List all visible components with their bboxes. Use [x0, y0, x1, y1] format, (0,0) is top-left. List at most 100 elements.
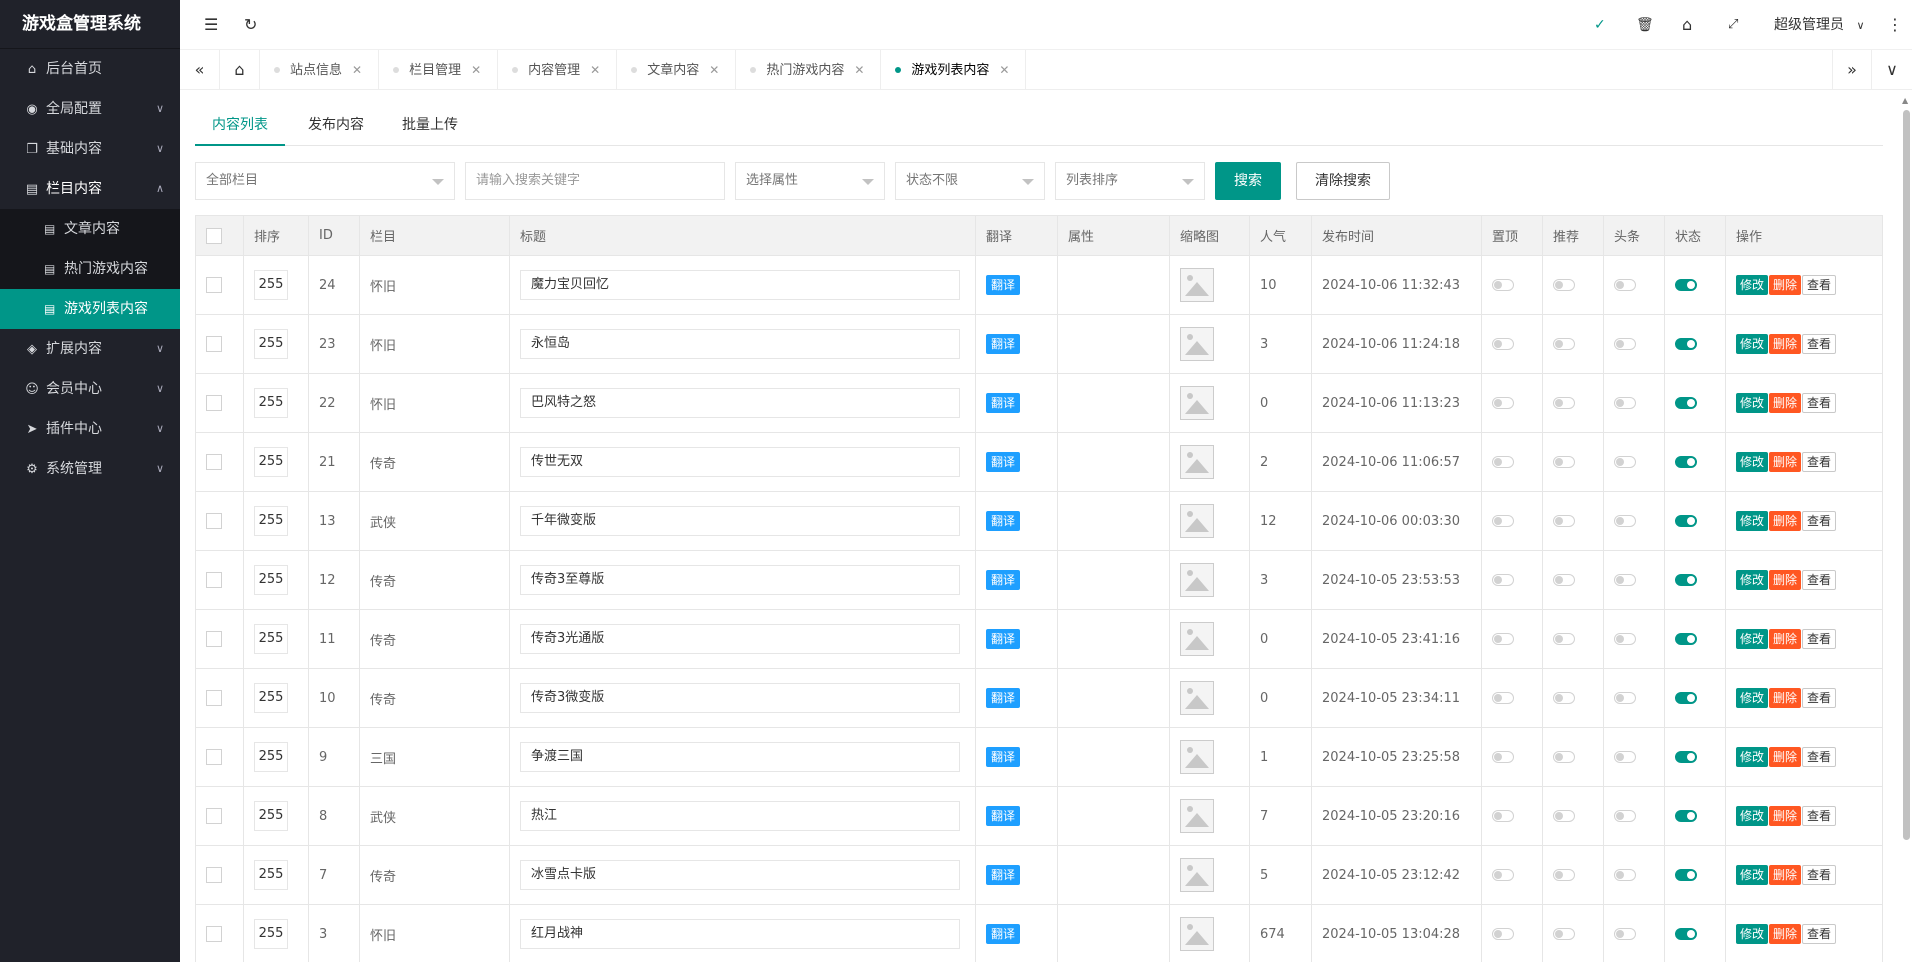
- view-button[interactable]: 查看: [1802, 393, 1837, 413]
- recommend-toggle[interactable]: [1553, 279, 1575, 291]
- headline-toggle[interactable]: [1614, 456, 1636, 468]
- th-id[interactable]: ID: [308, 215, 360, 256]
- title-input[interactable]: 传奇3微变版: [520, 683, 960, 713]
- image-placeholder-icon[interactable]: [1180, 622, 1214, 656]
- status-toggle[interactable]: [1675, 397, 1697, 409]
- home-icon[interactable]: ⌂: [1682, 0, 1692, 50]
- row-checkbox[interactable]: [206, 808, 222, 824]
- fullscreen-icon[interactable]: ⤢: [1728, 0, 1738, 50]
- delete-button[interactable]: 删除: [1769, 393, 1802, 413]
- edit-button[interactable]: 修改: [1736, 452, 1769, 472]
- sidebar-item-basic-content[interactable]: ❐ 基础内容 ∨: [0, 129, 180, 169]
- translate-button[interactable]: 翻译: [986, 511, 1021, 531]
- sidebar-item-plugin-center[interactable]: ➤ 插件中心 ∨: [0, 409, 180, 449]
- view-button[interactable]: 查看: [1802, 275, 1837, 295]
- row-checkbox[interactable]: [206, 572, 222, 588]
- row-checkbox[interactable]: [206, 690, 222, 706]
- tab-item[interactable]: 站点信息 ✕: [260, 50, 380, 90]
- sort-input[interactable]: 255: [254, 270, 288, 300]
- title-input[interactable]: 传世无双: [520, 447, 960, 477]
- top-toggle[interactable]: [1492, 869, 1514, 881]
- headline-toggle[interactable]: [1614, 574, 1636, 586]
- tab-item[interactable]: 游戏列表内容 ✕: [881, 50, 1027, 90]
- row-checkbox[interactable]: [206, 277, 222, 293]
- edit-button[interactable]: 修改: [1736, 629, 1769, 649]
- recommend-toggle[interactable]: [1553, 692, 1575, 704]
- top-toggle[interactable]: [1492, 279, 1514, 291]
- view-button[interactable]: 查看: [1802, 865, 1837, 885]
- top-toggle[interactable]: [1492, 810, 1514, 822]
- top-toggle[interactable]: [1492, 515, 1514, 527]
- sort-input[interactable]: 255: [254, 388, 288, 418]
- status-select[interactable]: 状态不限: [895, 162, 1045, 200]
- tab-item[interactable]: 栏目管理 ✕: [379, 50, 499, 90]
- image-placeholder-icon[interactable]: [1180, 799, 1214, 833]
- sort-input[interactable]: 255: [254, 447, 288, 477]
- delete-button[interactable]: 删除: [1769, 806, 1802, 826]
- close-icon[interactable]: ✕: [709, 63, 719, 77]
- top-toggle[interactable]: [1492, 574, 1514, 586]
- image-placeholder-icon[interactable]: [1180, 681, 1214, 715]
- title-input[interactable]: 传奇3至尊版: [520, 565, 960, 595]
- status-toggle[interactable]: [1675, 515, 1697, 527]
- translate-button[interactable]: 翻译: [986, 275, 1021, 295]
- attribute-select[interactable]: 选择属性: [735, 162, 885, 200]
- user-menu[interactable]: 超级管理员 ∨: [1774, 0, 1865, 50]
- edit-button[interactable]: 修改: [1736, 747, 1769, 767]
- close-icon[interactable]: ✕: [590, 63, 600, 77]
- image-placeholder-icon[interactable]: [1180, 327, 1214, 361]
- scroll-up-icon[interactable]: ▲: [1902, 96, 1910, 105]
- headline-toggle[interactable]: [1614, 279, 1636, 291]
- sidebar-item-system-admin[interactable]: ⚙ 系统管理 ∨: [0, 449, 180, 489]
- tabs-scroll-left-icon[interactable]: «: [180, 50, 220, 90]
- headline-toggle[interactable]: [1614, 692, 1636, 704]
- sort-input[interactable]: 255: [254, 683, 288, 713]
- column-select[interactable]: 全部栏目: [195, 162, 455, 200]
- translate-button[interactable]: 翻译: [986, 747, 1021, 767]
- tab-item[interactable]: 文章内容 ✕: [617, 50, 737, 90]
- title-input[interactable]: 永恒岛: [520, 329, 960, 359]
- delete-button[interactable]: 删除: [1769, 570, 1802, 590]
- image-placeholder-icon[interactable]: [1180, 563, 1214, 597]
- top-toggle[interactable]: [1492, 751, 1514, 763]
- row-checkbox[interactable]: [206, 336, 222, 352]
- clear-search-button[interactable]: 清除搜索: [1296, 162, 1390, 200]
- refresh-icon[interactable]: ↻: [244, 0, 257, 50]
- close-icon[interactable]: ✕: [352, 63, 362, 77]
- title-input[interactable]: 争渡三国: [520, 742, 960, 772]
- delete-button[interactable]: 删除: [1769, 275, 1802, 295]
- recommend-toggle[interactable]: [1553, 515, 1575, 527]
- tab-home-icon[interactable]: ⌂: [220, 50, 260, 90]
- recommend-toggle[interactable]: [1553, 633, 1575, 645]
- image-placeholder-icon[interactable]: [1180, 386, 1214, 420]
- status-toggle[interactable]: [1675, 869, 1697, 881]
- recommend-toggle[interactable]: [1553, 574, 1575, 586]
- sidebar-item-member-center[interactable]: ☺ 会员中心 ∨: [0, 369, 180, 409]
- subtab-publish[interactable]: 发布内容: [291, 105, 381, 146]
- sort-input[interactable]: 255: [254, 801, 288, 831]
- sidebar-item-home[interactable]: ⌂ 后台首页: [0, 49, 180, 89]
- status-toggle[interactable]: [1675, 456, 1697, 468]
- translate-button[interactable]: 翻译: [986, 393, 1021, 413]
- view-button[interactable]: 查看: [1802, 570, 1837, 590]
- headline-toggle[interactable]: [1614, 869, 1636, 881]
- sort-input[interactable]: 255: [254, 742, 288, 772]
- status-toggle[interactable]: [1675, 692, 1697, 704]
- th-sort[interactable]: 排序: [243, 215, 309, 256]
- status-toggle[interactable]: [1675, 574, 1697, 586]
- edit-button[interactable]: 修改: [1736, 393, 1769, 413]
- tabs-scroll-right-icon[interactable]: »: [1832, 50, 1872, 90]
- sort-input[interactable]: 255: [254, 624, 288, 654]
- search-button[interactable]: 搜索: [1215, 162, 1281, 200]
- view-button[interactable]: 查看: [1802, 747, 1837, 767]
- view-button[interactable]: 查看: [1802, 806, 1837, 826]
- row-checkbox[interactable]: [206, 631, 222, 647]
- view-button[interactable]: 查看: [1802, 452, 1837, 472]
- translate-button[interactable]: 翻译: [986, 688, 1021, 708]
- headline-toggle[interactable]: [1614, 397, 1636, 409]
- trash-icon[interactable]: 🗑: [1636, 0, 1654, 50]
- translate-button[interactable]: 翻译: [986, 570, 1021, 590]
- image-placeholder-icon[interactable]: [1180, 268, 1214, 302]
- row-checkbox[interactable]: [206, 395, 222, 411]
- recommend-toggle[interactable]: [1553, 810, 1575, 822]
